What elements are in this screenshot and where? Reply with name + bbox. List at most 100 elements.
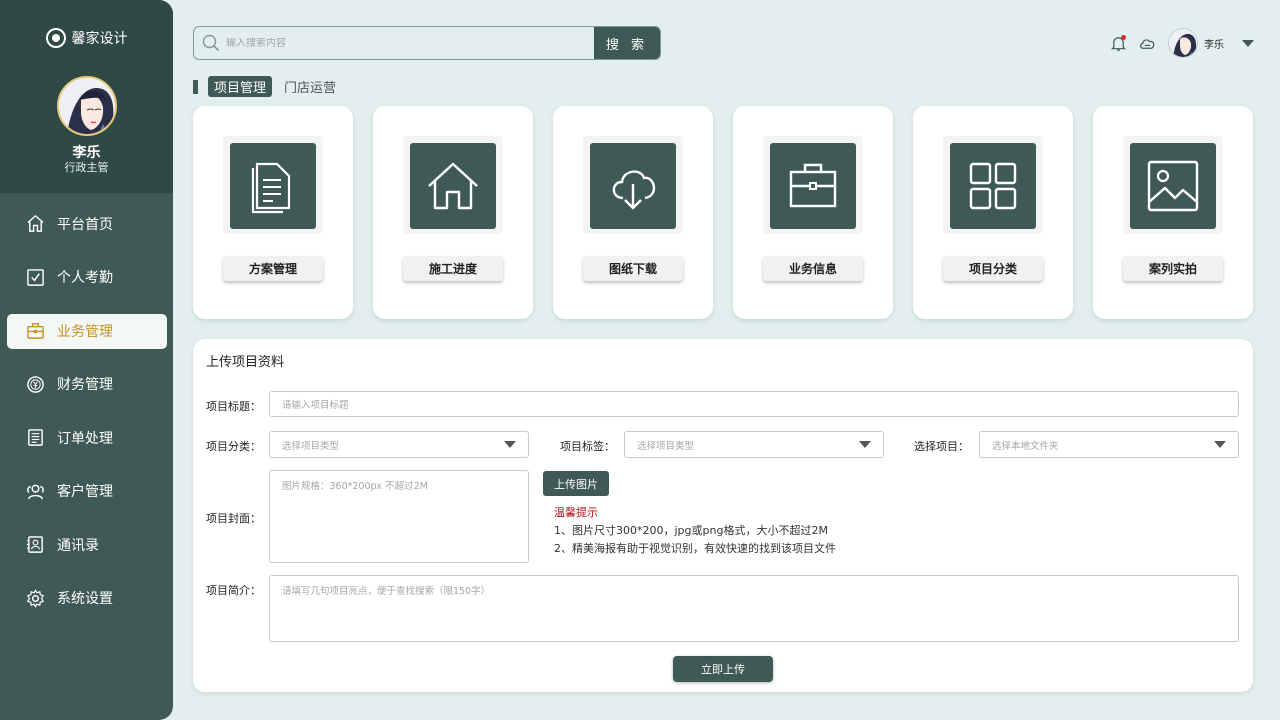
- sidebar-item-business[interactable]: 业务管理: [0, 304, 173, 358]
- users-icon: [27, 484, 44, 500]
- tips-line-2: 2、精美海报有助于视觉识别，有效快速的找到该项目文件: [554, 542, 836, 555]
- search-bar: 搜 索: [193, 26, 661, 60]
- card-icon-frame: [403, 136, 503, 234]
- card-icon-frame: [763, 136, 863, 234]
- tab-indicator: [193, 79, 198, 94]
- card-label: 项目分类: [943, 256, 1043, 281]
- sidebar-nav: 平台首页 个人考勤 业务管理 财务管理 订单处理 客户管理 通讯录 系统设置: [0, 197, 173, 625]
- sidebar-item-attendance[interactable]: 个人考勤: [0, 251, 173, 305]
- card-icon-tile: [590, 143, 676, 229]
- briefcase-icon: [27, 323, 44, 340]
- card-icon-tile: [230, 143, 316, 229]
- document-list-icon: [28, 429, 43, 447]
- notification-bell-icon[interactable]: [1110, 34, 1127, 52]
- user-avatar[interactable]: [1168, 28, 1198, 58]
- card-plan-management[interactable]: 方案管理: [193, 106, 353, 319]
- search-field: [194, 27, 594, 59]
- yuan-coin-icon: [27, 375, 44, 393]
- tips-title: 温馨提示: [554, 506, 598, 519]
- header-user-area: 李乐: [1110, 26, 1254, 60]
- intro-textarea[interactable]: 请填写几句项目亮点，便于查找搜索（限150字）: [269, 575, 1239, 642]
- sidebar-item-orders[interactable]: 订单处理: [0, 411, 173, 465]
- card-icon-tile: [950, 143, 1036, 229]
- project-title-label: 项目标题：: [206, 400, 261, 413]
- sidebar-item-label: 通讯录: [57, 537, 99, 554]
- card-label: 方案管理: [223, 256, 323, 281]
- cover-placeholder: 图片规格：360*200px 不超过2M: [282, 481, 428, 492]
- sidebar-item-label: 业务管理: [57, 323, 113, 340]
- search-input[interactable]: [226, 37, 586, 49]
- search-icon: [202, 34, 220, 52]
- tips-line-1: 1、图片尺寸300*200，jpg或png格式，大小不超过2M: [554, 524, 828, 537]
- select-project-label: 选择项目：: [914, 440, 969, 453]
- sidebar-item-label: 系统设置: [57, 591, 113, 608]
- tag-select[interactable]: 选择项目类型: [624, 431, 884, 458]
- search-button[interactable]: 搜 索: [594, 27, 660, 59]
- avatar[interactable]: [57, 76, 117, 136]
- project-title-input[interactable]: 请输入项目标题: [269, 391, 1239, 417]
- select-project-placeholder: 选择本地文件夹: [992, 440, 1059, 452]
- select-project-select[interactable]: 选择本地文件夹: [979, 431, 1239, 458]
- sidebar-item-label: 财务管理: [57, 377, 113, 394]
- card-icon-frame: [943, 136, 1043, 234]
- category-select[interactable]: 选择项目类型: [269, 431, 529, 458]
- house-icon: [428, 162, 478, 210]
- briefcase-icon: [789, 163, 837, 208]
- feature-cards: 方案管理 施工进度 图纸下载 业务信息 项目分类 案列实拍: [193, 106, 1253, 319]
- sidebar: 馨家设计 李乐 行政主管 平台首页 个人考勤 业务管理 财务管理 订单处理 客户…: [0, 0, 173, 720]
- card-icon-tile: [1130, 143, 1216, 229]
- profile-role: 行政主管: [64, 161, 109, 174]
- documents-icon: [251, 162, 291, 214]
- notification-dot: [1121, 34, 1126, 40]
- panel-title: 上传项目资料: [206, 355, 285, 370]
- card-icon-frame: [1123, 136, 1223, 234]
- tag-label: 项目标签：: [560, 440, 615, 453]
- card-label: 业务信息: [763, 256, 863, 281]
- checkbox-icon: [27, 268, 44, 286]
- submit-upload-button[interactable]: 立即上传: [673, 656, 773, 682]
- upload-image-button[interactable]: 上传图片: [543, 471, 609, 496]
- sidebar-profile-area: 馨家设计 李乐 行政主管: [0, 0, 173, 193]
- tab-bar: 项目管理 门店运营: [193, 76, 348, 97]
- card-icon-frame: [583, 136, 683, 234]
- chevron-down-icon[interactable]: [1242, 39, 1254, 47]
- dropdown-arrow-icon: [504, 441, 516, 448]
- card-icon-tile: [410, 143, 496, 229]
- cover-upload-area[interactable]: 图片规格：360*200px 不超过2M: [269, 470, 529, 563]
- card-construction-progress[interactable]: 施工进度: [373, 106, 533, 319]
- sidebar-item-finance[interactable]: 财务管理: [0, 358, 173, 412]
- sidebar-item-label: 客户管理: [57, 484, 113, 501]
- sidebar-item-label: 平台首页: [57, 216, 113, 233]
- card-icon-tile: [770, 143, 856, 229]
- sidebar-item-label: 个人考勤: [57, 270, 113, 287]
- card-drawing-download[interactable]: 图纸下载: [553, 106, 713, 319]
- card-project-category[interactable]: 项目分类: [913, 106, 1073, 319]
- card-case-photos[interactable]: 案列实拍: [1093, 106, 1253, 319]
- tag-placeholder: 选择项目类型: [637, 440, 695, 452]
- card-business-info[interactable]: 业务信息: [733, 106, 893, 319]
- sidebar-item-contacts[interactable]: 通讯录: [0, 518, 173, 572]
- sidebar-item-label: 订单处理: [57, 430, 113, 447]
- cover-label: 项目封面：: [206, 512, 261, 525]
- intro-placeholder: 请填写几句项目亮点，便于查找搜索（限150字）: [282, 586, 491, 597]
- dropdown-arrow-icon: [1214, 441, 1226, 448]
- card-label: 施工进度: [403, 256, 503, 281]
- header-user-name: 李乐: [1204, 39, 1224, 51]
- brand-logo-icon: [45, 28, 66, 48]
- intro-label: 项目简介：: [206, 584, 261, 597]
- home-icon: [27, 215, 44, 233]
- brand[interactable]: 馨家设计: [0, 28, 173, 48]
- tab-project-management[interactable]: 项目管理: [208, 76, 273, 97]
- card-label: 案列实拍: [1123, 256, 1223, 281]
- category-placeholder: 选择项目类型: [282, 440, 340, 452]
- sidebar-item-customers[interactable]: 客户管理: [0, 465, 173, 519]
- sidebar-item-home[interactable]: 平台首页: [0, 197, 173, 251]
- upload-form-panel: 上传项目资料 项目标题： 请输入项目标题 项目分类： 选择项目类型 项目标签： …: [193, 339, 1253, 692]
- gear-icon: [27, 588, 44, 608]
- message-cloud-icon[interactable]: [1139, 35, 1156, 52]
- sidebar-item-settings[interactable]: 系统设置: [0, 572, 173, 626]
- avatar-portrait-icon: [1169, 29, 1197, 57]
- image-icon: [1147, 160, 1199, 212]
- tab-store-operations[interactable]: 门店运营: [278, 76, 342, 97]
- card-icon-frame: [223, 136, 323, 234]
